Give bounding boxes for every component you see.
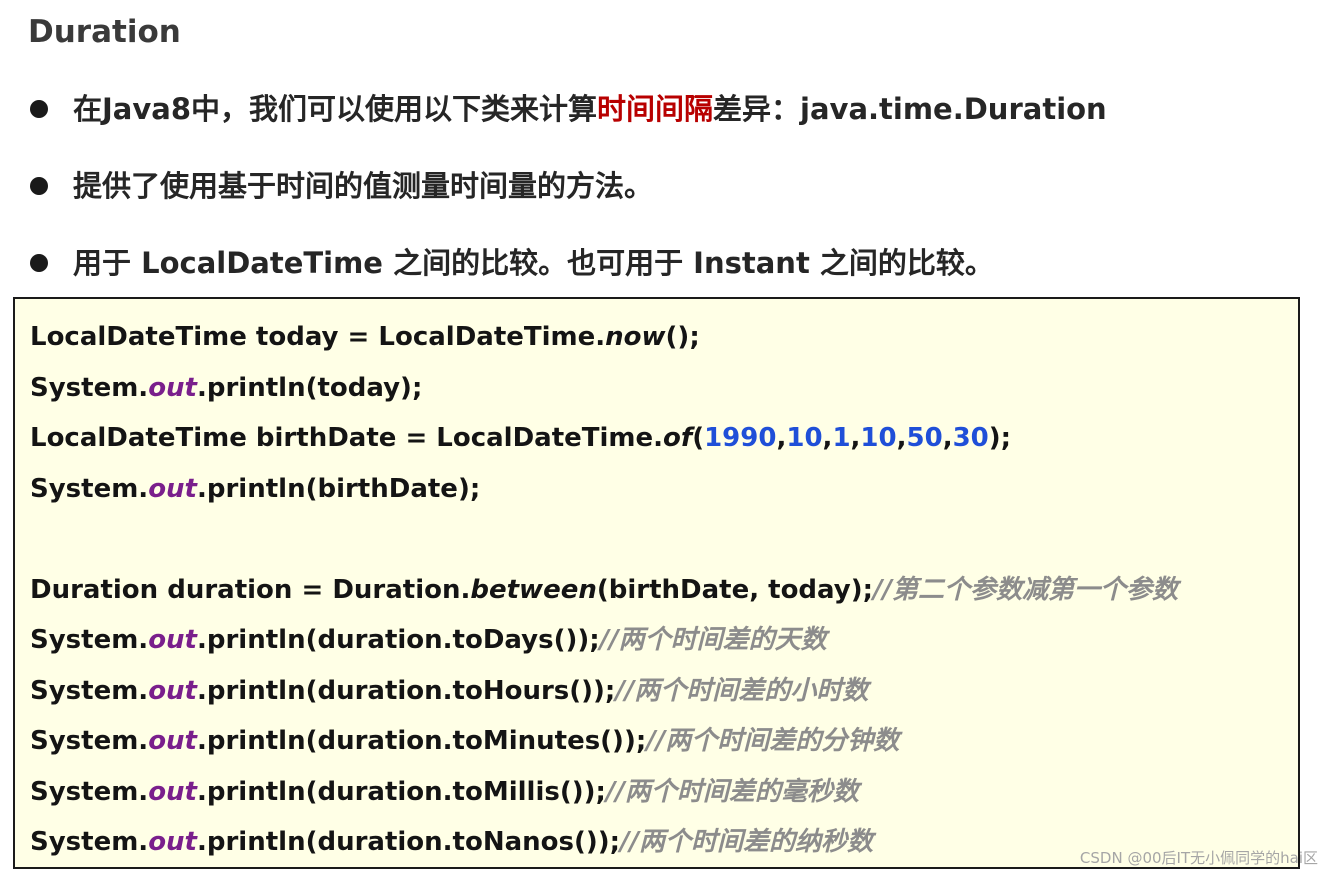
code-number: 1 <box>832 423 851 453</box>
code-text: .println(duration.toMillis()); <box>197 776 606 807</box>
code-text: System. <box>30 625 149 655</box>
page-title: Duration <box>28 14 181 50</box>
bullet-list: 在Java8中，我们可以使用以下类来计算时间间隔差异：java.time.Dur… <box>28 88 1107 284</box>
code-text: LocalDateTime birthDate = LocalDateTime. <box>30 423 664 453</box>
bullet-item-duration-class: 在Java8中，我们可以使用以下类来计算时间间隔差异：java.time.Dur… <box>28 88 1107 130</box>
code-line: LocalDateTime today = LocalDateTime.now(… <box>30 318 1178 369</box>
code-text: System. <box>30 675 149 706</box>
code-comment: //两个时间差的纳秒数 <box>620 827 874 857</box>
code-text: .println(duration.toMinutes()); <box>197 726 647 756</box>
code-field: out <box>148 827 197 857</box>
code-field: out <box>148 726 197 756</box>
code-line: System.out.println(duration.toMillis());… <box>30 773 1178 824</box>
code-comment: //两个时间差的天数 <box>599 625 827 655</box>
code-field: out <box>148 675 197 706</box>
code-line: LocalDateTime birthDate = LocalDateTime.… <box>30 419 1178 470</box>
bullet-item-measure: 提供了使用基于时间的值测量时间量的方法。 <box>28 165 1107 207</box>
code-field: out <box>148 372 197 403</box>
code-text: Duration duration = Duration. <box>30 574 471 605</box>
bullet-text: 在Java8中，我们可以使用以下类来计算 <box>73 92 598 126</box>
code-text: ); <box>988 423 1012 453</box>
code-text: LocalDateTime today = LocalDateTime. <box>30 322 606 352</box>
code-text: System. <box>30 372 149 403</box>
code-text: (); <box>665 322 700 352</box>
code-field: out <box>148 776 197 807</box>
code-lines: LocalDateTime today = LocalDateTime.now(… <box>30 318 1178 874</box>
code-text: (birthDate, today); <box>596 574 874 605</box>
code-text: System. <box>30 827 149 857</box>
code-line: System.out.println(duration.toHours());/… <box>30 672 1178 723</box>
code-number: 10 <box>786 423 823 453</box>
highlight-text: 时间间隔 <box>597 92 714 126</box>
bullet-item-compare: 用于 LocalDateTime 之间的比较。也可用于 Instant 之间的比… <box>28 242 1107 284</box>
code-comment: //两个时间差的小时数 <box>615 675 869 706</box>
code-number: 50 <box>906 423 943 453</box>
code-text: , <box>896 423 907 453</box>
code-method: of <box>663 423 693 453</box>
code-field: out <box>148 473 197 504</box>
code-text: , <box>850 423 861 453</box>
code-line: Duration duration = Duration.between(bir… <box>30 571 1178 622</box>
code-text: System. <box>30 726 149 756</box>
code-text: .println(duration.toHours()); <box>197 675 616 706</box>
code-text: .println(duration.toNanos()); <box>197 827 621 857</box>
bullet-dot-icon <box>30 254 48 272</box>
code-text: ( <box>692 423 705 453</box>
code-number: 10 <box>860 423 897 453</box>
code-line-blank <box>30 520 1178 571</box>
bullet-text: 差异：java.time.Duration <box>713 92 1107 126</box>
code-line: System.out.println(today); <box>30 369 1178 420</box>
code-number: 30 <box>952 423 989 453</box>
code-text: System. <box>30 776 149 807</box>
code-text: , <box>822 423 833 453</box>
watermark: CSDN @00后IT无小佩同学的hai区 <box>1079 849 1318 867</box>
code-text: .println(duration.toDays()); <box>197 625 600 655</box>
bullet-text: 提供了使用基于时间的值测量时间量的方法。 <box>73 169 654 203</box>
code-comment: //第二个参数减第一个参数 <box>873 574 1179 605</box>
code-field: out <box>148 625 197 655</box>
bullet-dot-icon <box>30 100 48 118</box>
code-text: , <box>776 423 787 453</box>
code-text: , <box>942 423 953 453</box>
code-line: System.out.println(duration.toMinutes())… <box>30 722 1178 773</box>
code-block: LocalDateTime today = LocalDateTime.now(… <box>13 297 1300 869</box>
bullet-text: 用于 LocalDateTime 之间的比较。也可用于 Instant 之间的比… <box>73 246 994 280</box>
code-line: System.out.println(birthDate); <box>30 470 1178 521</box>
code-comment: //两个时间差的分钟数 <box>646 726 900 756</box>
code-line: System.out.println(duration.toDays());//… <box>30 621 1178 672</box>
code-number: 1990 <box>704 423 777 453</box>
code-line: System.out.println(duration.toNanos());/… <box>30 823 1178 874</box>
code-text: .println(birthDate); <box>197 473 481 504</box>
code-text: .println(today); <box>197 372 423 403</box>
code-comment: //两个时间差的毫秒数 <box>605 776 859 807</box>
code-text: System. <box>30 473 149 504</box>
bullet-dot-icon <box>30 177 48 195</box>
code-method: now <box>605 322 666 352</box>
code-method: between <box>470 574 597 605</box>
